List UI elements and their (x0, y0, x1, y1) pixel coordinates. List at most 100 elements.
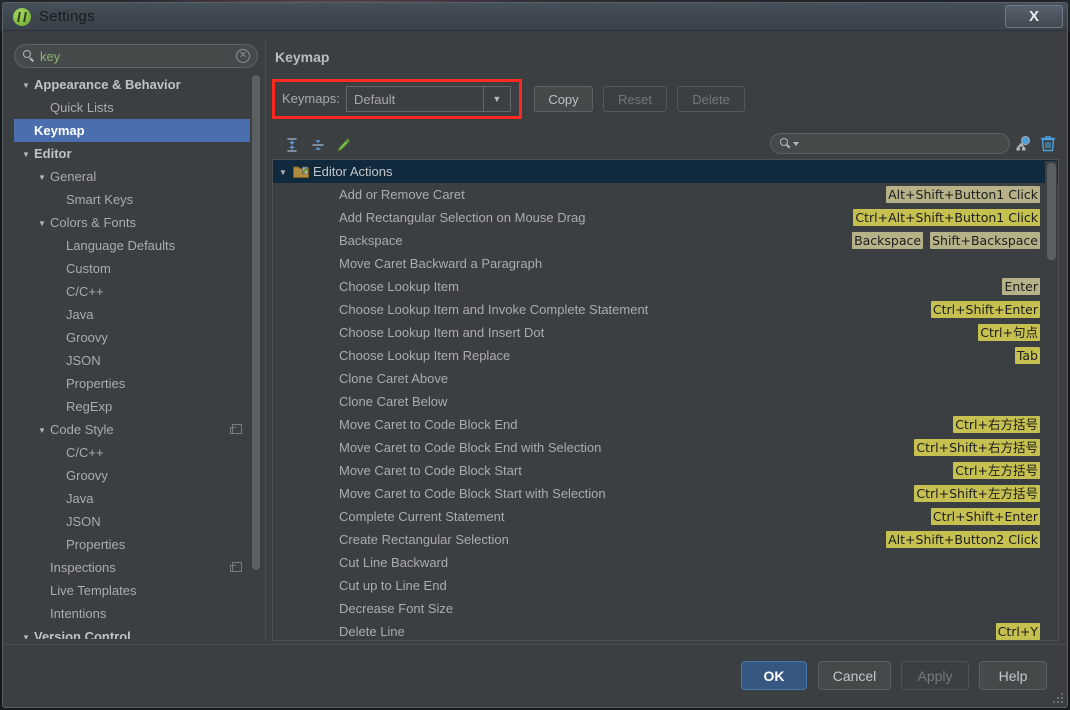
action-group-row[interactable]: ▼ Editor Actions (273, 160, 1058, 183)
action-row[interactable]: Clone Caret Below (273, 390, 1058, 413)
action-row[interactable]: Delete Line Ctrl+Y (273, 620, 1058, 640)
action-row[interactable]: Choose Lookup Item Replace Tab (273, 344, 1058, 367)
sidebar-search-input[interactable]: key ✕ (14, 44, 258, 68)
sidebar-item-general[interactable]: ▼ General (14, 165, 258, 188)
copy-settings-icon[interactable] (230, 424, 242, 434)
keymap-select[interactable]: Default ▼ (346, 86, 511, 112)
chevron-down-icon[interactable]: ▼ (22, 74, 33, 97)
action-row[interactable]: Choose Lookup Item and Invoke Complete S… (273, 298, 1058, 321)
chevron-down-icon[interactable]: ▼ (38, 419, 49, 442)
action-row[interactable]: Cut up to Line End (273, 574, 1058, 597)
sidebar-item-colors-fonts[interactable]: ▼ Colors & Fonts (14, 211, 258, 234)
chevron-down-icon[interactable]: ▼ (38, 166, 49, 189)
sidebar-item-quick-lists[interactable]: Quick Lists (14, 96, 258, 119)
action-list-scrollbar[interactable] (1045, 161, 1057, 639)
shortcut-badge: Ctrl+Shift+右方括号 (914, 439, 1040, 456)
shortcut-list: Ctrl+Shift+Enter (930, 300, 1040, 319)
shortcut-badge: Ctrl+左方括号 (953, 462, 1040, 479)
chevron-down-icon[interactable]: ▼ (483, 87, 510, 111)
action-name: Move Caret to Code Block End with Select… (339, 440, 602, 455)
sidebar-item-json[interactable]: JSON (14, 510, 258, 533)
sidebar-item-smart-keys[interactable]: Smart Keys (14, 188, 258, 211)
action-row[interactable]: Clone Caret Above (273, 367, 1058, 390)
sidebar-item-java[interactable]: Java (14, 487, 258, 510)
action-row[interactable]: Move Caret to Code Block End with Select… (273, 436, 1058, 459)
help-button[interactable]: Help (979, 661, 1047, 690)
sidebar-item-properties[interactable]: Properties (14, 533, 258, 556)
sidebar-item-version-control[interactable]: ▼ Version Control (14, 625, 258, 639)
collapse-all-icon[interactable] (308, 135, 328, 155)
cancel-button[interactable]: Cancel (818, 661, 891, 690)
sidebar-item-appearance-behavior[interactable]: ▼ Appearance & Behavior (14, 73, 258, 96)
action-name: Cut up to Line End (339, 578, 447, 593)
chevron-down-icon[interactable] (793, 142, 799, 146)
action-row[interactable]: Backspace Backspace Shift+Backspace (273, 229, 1058, 252)
action-row[interactable]: Choose Lookup Item Enter (273, 275, 1058, 298)
delete-keymap-button[interactable]: Delete (677, 86, 745, 112)
clear-icon[interactable]: ✕ (236, 49, 250, 63)
sidebar-scrollbar[interactable] (250, 73, 261, 639)
keymap-action-list[interactable]: ▼ Editor Actions Add or Remove Caret Alt+Sh… (272, 159, 1059, 641)
action-row[interactable]: Complete Current Statement Ctrl+Shift+Ent… (273, 505, 1058, 528)
chevron-down-icon[interactable]: ▼ (22, 143, 33, 166)
sidebar-item-language-defaults[interactable]: Language Defaults (14, 234, 258, 257)
settings-tree[interactable]: ▼ Appearance & Behavior Quick Lists Keymap ▼… (14, 73, 258, 639)
find-action-by-shortcut-icon[interactable] (1014, 134, 1033, 153)
resize-grip[interactable] (1052, 693, 1064, 705)
close-button[interactable]: X (1005, 5, 1063, 28)
action-name: Create Rectangular Selection (339, 532, 509, 547)
sidebar-item-label: Colors & Fonts (50, 215, 136, 230)
action-row[interactable]: Move Caret to Code Block End Ctrl+右方括号 (273, 413, 1058, 436)
sidebar-item-regexp[interactable]: RegExp (14, 395, 258, 418)
shortcut-search-input[interactable] (770, 133, 1010, 154)
sidebar-item-live-templates[interactable]: Live Templates (14, 579, 258, 602)
action-row[interactable]: Move Caret to Code Block Start Ctrl+左方括号 (273, 459, 1058, 482)
settings-sidebar: key ✕ ▼ Appearance & Behavior Quick Lists K… (11, 41, 261, 641)
chevron-down-icon[interactable]: ▼ (38, 212, 49, 235)
sidebar-item-groovy[interactable]: Groovy (14, 464, 258, 487)
sidebar-item-custom[interactable]: Custom (14, 257, 258, 280)
sidebar-item-groovy[interactable]: Groovy (14, 326, 258, 349)
sidebar-item-keymap[interactable]: Keymap (14, 119, 258, 142)
shortcut-badge: Backspace (852, 232, 924, 249)
sidebar-item-java[interactable]: Java (14, 303, 258, 326)
shortcut-list: Ctrl+Y (995, 622, 1040, 640)
action-row[interactable]: Move Caret Backward a Paragraph (273, 252, 1058, 275)
chevron-down-icon[interactable]: ▼ (22, 626, 33, 639)
action-name: Add or Remove Caret (339, 187, 465, 202)
action-row[interactable]: Decrease Font Size (273, 597, 1058, 620)
chevron-down-icon[interactable]: ▼ (279, 161, 293, 184)
edit-pencil-icon[interactable] (334, 135, 354, 155)
copy-keymap-button[interactable]: Copy (534, 86, 593, 112)
action-row[interactable]: Add Rectangular Selection on Mouse Drag C… (273, 206, 1058, 229)
title-bar: Settings X (3, 3, 1067, 31)
sidebar-item-properties[interactable]: Properties (14, 372, 258, 395)
shortcut-list: Ctrl+Alt+Shift+Button1 Click (853, 208, 1040, 227)
sidebar-item-code-style[interactable]: ▼ Code Style (14, 418, 258, 441)
sidebar-item-c-c[interactable]: C/C++ (14, 280, 258, 303)
apply-button[interactable]: Apply (901, 661, 969, 690)
sidebar-scrollbar-thumb[interactable] (252, 75, 260, 570)
copy-settings-icon[interactable] (230, 562, 242, 572)
action-row[interactable]: Move Caret to Code Block Start with Sele… (273, 482, 1058, 505)
sidebar-item-intentions[interactable]: Intentions (14, 602, 258, 625)
action-name: Move Caret to Code Block Start (339, 463, 522, 478)
trash-icon[interactable] (1039, 134, 1057, 153)
shortcut-badge: Enter (1002, 278, 1040, 295)
action-row[interactable]: Create Rectangular Selection Alt+Shift+Bu… (273, 528, 1058, 551)
action-list-scrollbar-thumb[interactable] (1047, 163, 1056, 260)
reset-keymap-button[interactable]: Reset (603, 86, 667, 112)
sidebar-item-editor[interactable]: ▼ Editor (14, 142, 258, 165)
apply-button-label: Apply (917, 667, 953, 684)
delete-button-label: Delete (692, 91, 730, 107)
expand-all-icon[interactable] (282, 135, 302, 155)
sidebar-item-inspections[interactable]: Inspections (14, 556, 258, 579)
action-rows-container: ▼ Editor Actions Add or Remove Caret Alt+Sh… (273, 160, 1058, 640)
sidebar-item-json[interactable]: JSON (14, 349, 258, 372)
ok-button[interactable]: OK (741, 661, 807, 690)
close-icon: X (1028, 8, 1039, 25)
action-row[interactable]: Add or Remove Caret Alt+Shift+Button1 Cli… (273, 183, 1058, 206)
action-row[interactable]: Choose Lookup Item and Insert Dot Ctrl+句点 (273, 321, 1058, 344)
sidebar-item-c-c[interactable]: C/C++ (14, 441, 258, 464)
action-row[interactable]: Cut Line Backward (273, 551, 1058, 574)
